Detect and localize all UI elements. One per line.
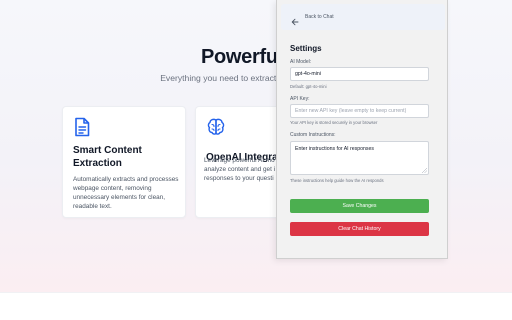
save-changes-button[interactable]: Save Changes	[290, 199, 429, 213]
api-key-label: API Key:	[290, 96, 310, 102]
section-divider	[0, 292, 512, 293]
model-input[interactable]: gpt-4o-mini	[290, 67, 429, 81]
clear-chat-history-button[interactable]: Clear Chat History	[290, 222, 429, 236]
custom-instructions-value: Enter instructions for AI responses	[295, 146, 375, 152]
arrow-left-icon	[291, 13, 299, 26]
back-to-chat-link[interactable]: Back to Chat	[281, 4, 445, 30]
model-hint: Default: gpt-4o-mini	[290, 84, 327, 89]
settings-panel: Back to Chat Settings AI Model: gpt-4o-m…	[276, 0, 448, 259]
settings-title: Settings	[290, 44, 322, 53]
api-key-input[interactable]: Enter new API key (leave empty to keep c…	[290, 104, 429, 118]
custom-instructions-label: Custom Instructions:	[290, 132, 336, 138]
feature-card-extraction: Smart Content Extraction Automatically e…	[62, 106, 186, 218]
custom-instructions-textarea[interactable]: Enter instructions for AI responses	[290, 141, 429, 175]
document-icon	[73, 117, 91, 137]
card-description: Automatically extracts and processes web…	[73, 176, 179, 210]
card-title: Smart Content Extraction	[73, 145, 142, 169]
brain-icon	[206, 117, 226, 137]
resize-handle[interactable]	[422, 168, 427, 173]
api-key-hint: Your API key is stored securely in your …	[290, 120, 378, 125]
back-to-chat-label: Back to Chat	[305, 14, 334, 20]
model-label: AI Model:	[290, 59, 312, 65]
custom-instructions-hint: These instructions help guide how the AI…	[290, 178, 384, 183]
